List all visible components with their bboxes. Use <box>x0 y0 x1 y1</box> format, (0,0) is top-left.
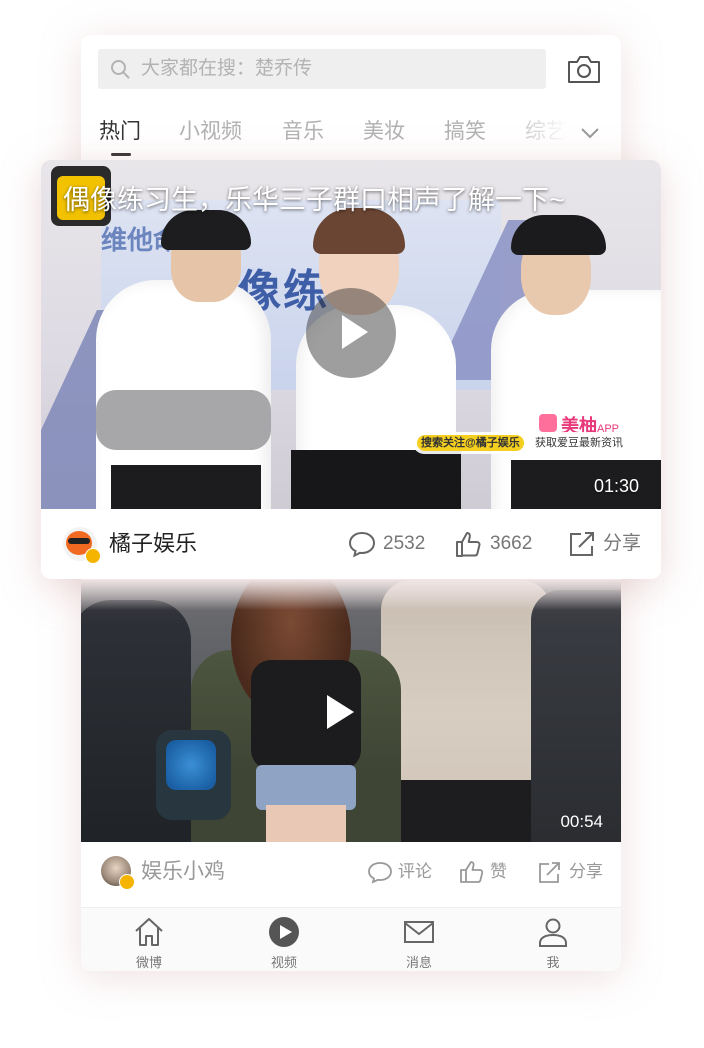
tabbar-item-me[interactable]: 我 <box>513 908 593 971</box>
play-icon[interactable] <box>339 312 371 352</box>
promo-banner: 搜索关注@橘子娱乐 获取爱豆最新资讯 <box>413 432 639 454</box>
tab-funny[interactable]: 搞笑 <box>444 113 486 151</box>
tab-short-video[interactable]: 小视频 <box>179 113 242 151</box>
tabbar-label: 视频 <box>270 955 297 970</box>
tabbar-label: 微博 <box>135 955 162 970</box>
tab-music[interactable]: 音乐 <box>282 113 324 151</box>
like-icon[interactable] <box>455 530 483 558</box>
tab-makeup[interactable]: 美妆 <box>363 113 405 151</box>
watermark-logo-icon <box>539 414 557 432</box>
like-icon[interactable] <box>459 860 485 884</box>
share-icon[interactable] <box>568 530 596 558</box>
video-thumbnail-1[interactable]: 维他命 偶像练 偶像练习生，乐华三子群口相声了解一下~ 美柚APP 搜索关注@橘… <box>41 160 661 509</box>
search-icon <box>111 60 130 79</box>
tabbar-item-weibo[interactable]: 微博 <box>109 908 189 971</box>
category-tabs: 热门 小视频 音乐 美妆 搞笑 综艺 <box>81 113 621 157</box>
like-count[interactable]: 3662 <box>490 509 532 579</box>
video-thumbnail-2[interactable]: 00:54 <box>81 580 621 842</box>
profile-icon <box>539 918 567 947</box>
bottom-tab-bar: 微博 视频 消息 我 <box>81 907 621 971</box>
verified-badge-icon <box>85 548 101 564</box>
camera-icon[interactable] <box>566 53 602 85</box>
video-duration: 01:30 <box>593 476 639 496</box>
share-button[interactable]: 分享 <box>603 509 641 579</box>
tabbar-label: 我 <box>546 955 560 970</box>
comment-count[interactable]: 2532 <box>383 509 425 579</box>
search-input[interactable]: 大家都在搜：楚乔传 <box>98 49 546 89</box>
like-button[interactable]: 赞 <box>490 842 507 902</box>
verified-badge-icon <box>119 874 135 890</box>
tabs-fade <box>501 113 621 157</box>
featured-video-card: 维他命 偶像练 偶像练习生，乐华三子群口相声了解一下~ 美柚APP 搜索关注@橘… <box>41 160 661 579</box>
avatar-glasses <box>68 538 90 544</box>
play-icon[interactable] <box>323 692 357 732</box>
share-button[interactable]: 分享 <box>569 842 603 902</box>
comment-icon[interactable] <box>348 530 376 558</box>
video-card-footer: 娱乐小鸡 评论 赞 分享 <box>81 842 621 902</box>
comment-button[interactable]: 评论 <box>398 842 432 902</box>
tab-hot[interactable]: 热门 <box>99 113 141 151</box>
tabbar-item-messages[interactable]: 消息 <box>379 908 459 971</box>
video-play-icon <box>269 917 299 947</box>
author-name[interactable]: 橘子娱乐 <box>109 509 197 579</box>
home-icon <box>135 918 163 946</box>
author-name[interactable]: 娱乐小鸡 <box>141 842 225 902</box>
share-icon[interactable] <box>537 860 563 884</box>
comment-icon[interactable] <box>367 860 393 884</box>
active-tab-indicator <box>111 153 131 156</box>
promo-text: 获取爱豆最新资讯 <box>535 437 623 449</box>
video-title: 偶像练习生，乐华三子群口相声了解一下~ <box>63 185 565 215</box>
tabbar-label: 消息 <box>405 955 432 970</box>
video-card-footer: 橘子娱乐 2532 3662 分享 <box>41 509 661 579</box>
chevron-down-icon[interactable] <box>580 126 600 140</box>
mail-icon <box>404 921 434 943</box>
promo-highlight: 搜索关注@橘子娱乐 <box>417 435 524 451</box>
tabbar-item-video[interactable]: 视频 <box>244 908 324 971</box>
video-duration: 00:54 <box>560 812 603 831</box>
search-placeholder: 大家都在搜：楚乔传 <box>141 58 313 79</box>
